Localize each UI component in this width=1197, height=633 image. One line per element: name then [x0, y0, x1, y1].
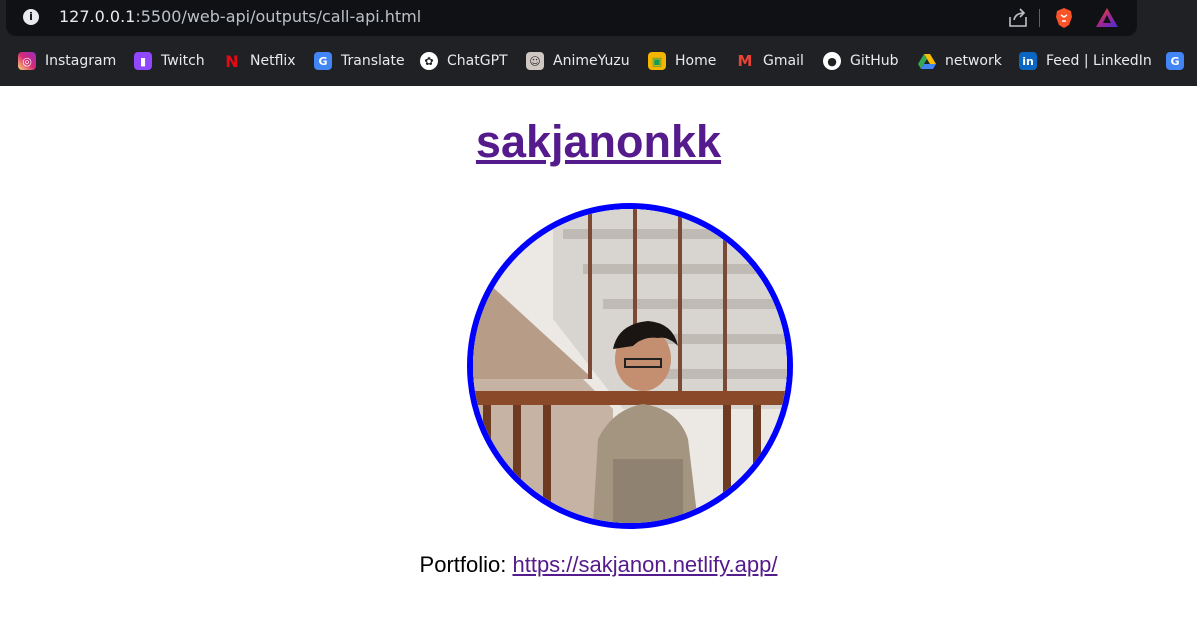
home-icon: ▣ [648, 52, 666, 70]
bookmark-chatgpt[interactable]: ✿ ChatGPT [420, 49, 508, 73]
bookmark-netflix[interactable]: N Netflix [223, 49, 296, 73]
bookmark-linkedin[interactable]: in Feed | LinkedIn [1019, 49, 1152, 73]
avatar [467, 203, 793, 529]
animeyuzu-icon: ☺ [526, 52, 544, 70]
bookmark-translate[interactable]: G Translate [314, 49, 405, 73]
bookmark-instagram[interactable]: ◎ Instagram [18, 49, 116, 73]
netflix-icon: N [225, 51, 239, 71]
url-text[interactable]: 127.0.0.1:5500/web-api/outputs/call-api.… [59, 7, 421, 26]
bookmark-network[interactable]: network [918, 49, 1002, 73]
bookmark-gmail[interactable]: M Gmail [736, 49, 804, 73]
bookmark-label: Instagram [45, 53, 117, 69]
info-icon[interactable]: i [23, 9, 39, 25]
translate-icon: G [1166, 52, 1184, 70]
bookmark-label: Twitch [161, 53, 205, 69]
translate-icon: G [314, 52, 332, 70]
bookmark-twitch[interactable]: ▮ Twitch [134, 49, 205, 73]
twitch-icon: ▮ [134, 52, 152, 70]
drive-icon [918, 52, 936, 70]
page-title: sakjanonkk [0, 116, 1197, 168]
portfolio-link[interactable]: https://sakjanon.netlify.app/ [512, 552, 777, 577]
bookmark-label: ChatGPT [447, 53, 508, 69]
bookmark-home[interactable]: ▣ Home [648, 49, 716, 73]
toolbar-divider [1039, 9, 1040, 27]
url-path: :5500/web-api/outputs/call-api.html [135, 7, 422, 26]
profile-photo [473, 209, 787, 523]
share-icon[interactable] [1006, 6, 1030, 30]
bookmark-label: Translate [341, 53, 405, 69]
bookmark-label: Feed | LinkedIn [1046, 53, 1152, 69]
bookmark-github[interactable]: ● GitHub [823, 49, 899, 73]
portfolio-label: Portfolio: [419, 552, 507, 577]
bookmark-label: Netflix [250, 53, 296, 69]
portfolio-line: Portfolio: https://sakjanon.netlify.app/ [0, 552, 1197, 578]
instagram-icon: ◎ [18, 52, 36, 70]
bookmark-label: AnimeYuzu [553, 53, 630, 69]
bookmark-label: Home [675, 53, 717, 69]
page-content: sakjanonkk Portfolio: https://sakjanon.n… [0, 86, 1197, 633]
bookmarks-bar: ◎ Instagram ▮ Twitch N Netflix G Transla… [0, 44, 1197, 78]
bookmark-label: network [945, 53, 1002, 69]
username-link[interactable]: sakjanonkk [476, 116, 721, 167]
address-bar[interactable]: i 127.0.0.1:5500/web-api/outputs/call-ap… [6, 0, 1137, 36]
browser-chrome: i 127.0.0.1:5500/web-api/outputs/call-ap… [0, 0, 1197, 86]
bookmark-label: GitHub [850, 53, 899, 69]
bookmark-label: Gmail [763, 53, 804, 69]
linkedin-icon: in [1019, 52, 1037, 70]
chatgpt-icon: ✿ [420, 52, 438, 70]
github-icon: ● [823, 52, 841, 70]
brave-icon[interactable] [1052, 6, 1076, 30]
triangle-icon[interactable] [1094, 6, 1120, 30]
bookmark-overflow[interactable]: G [1166, 49, 1193, 73]
bookmark-animeyuzu[interactable]: ☺ AnimeYuzu [526, 49, 630, 73]
url-host: 127.0.0.1 [59, 7, 136, 26]
gmail-icon: M [737, 52, 753, 70]
